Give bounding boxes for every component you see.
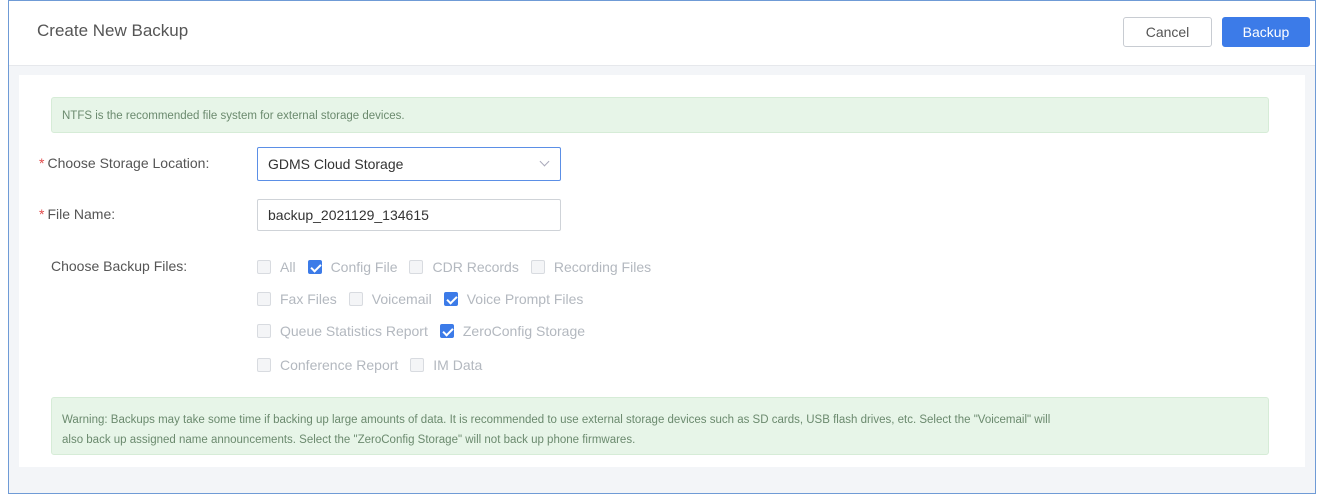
checkbox-label: Queue Statistics Report bbox=[280, 323, 428, 339]
backup-button[interactable]: Backup bbox=[1222, 17, 1310, 47]
checkbox-label: Config File bbox=[330, 259, 398, 275]
checkbox-unchecked-icon[interactable] bbox=[348, 292, 363, 306]
required-asterisk: * bbox=[39, 206, 45, 222]
backup-file-checkbox[interactable]: CDR Records bbox=[409, 259, 519, 275]
checkbox-label: Conference Report bbox=[280, 357, 399, 373]
backup-file-checkbox[interactable]: IM Data bbox=[410, 357, 482, 373]
checkbox-row: Queue Statistics Report ZeroConfig Storag… bbox=[257, 321, 597, 341]
backup-form: NTFS is the recommended file system for … bbox=[19, 75, 1305, 467]
page-title: Create New Backup bbox=[37, 21, 189, 40]
storage-location-label: * Choose Storage Location: bbox=[39, 155, 210, 171]
warning-notice: Warning: Backups may take some time if b… bbox=[51, 397, 1269, 455]
checkbox-unchecked-icon[interactable] bbox=[530, 260, 545, 274]
checkbox-label: CDR Records bbox=[432, 259, 519, 275]
storage-location-value: GDMS Cloud Storage bbox=[268, 156, 404, 172]
chevron-down-icon bbox=[539, 156, 550, 167]
backup-file-checkbox[interactable]: Conference Report bbox=[257, 357, 398, 373]
checkbox-unchecked-icon[interactable] bbox=[257, 260, 271, 274]
backup-file-checkbox[interactable]: Fax Files bbox=[257, 291, 337, 307]
checkbox-label: ZeroConfig Storage bbox=[462, 323, 586, 339]
checkbox-label: Fax Files bbox=[280, 291, 337, 307]
checkbox-label: Voicemail bbox=[371, 291, 432, 307]
warning-line-2: also back up assigned name announcements… bbox=[62, 434, 636, 446]
checkbox-row: Fax Files Voicemail Voice Prompt Files bbox=[257, 289, 595, 309]
backup-file-checkbox[interactable]: Voicemail bbox=[348, 291, 432, 307]
create-backup-dialog: Create New Backup Cancel Backup NTFS is … bbox=[8, 0, 1316, 494]
warning-line-1: Warning: Backups may take some time if b… bbox=[62, 414, 1051, 426]
checkbox-unchecked-icon[interactable] bbox=[257, 292, 271, 306]
checkbox-checked-icon[interactable] bbox=[443, 292, 458, 306]
backup-file-checkbox[interactable]: All bbox=[257, 259, 296, 275]
ntfs-notice: NTFS is the recommended file system for … bbox=[51, 97, 1269, 133]
checkbox-unchecked-icon[interactable] bbox=[410, 358, 425, 372]
checkbox-row: Conference Report IM Data bbox=[257, 355, 494, 375]
backup-file-checkbox[interactable]: Recording Files bbox=[530, 259, 652, 275]
checkbox-checked-icon[interactable] bbox=[439, 324, 454, 338]
backup-files-label: Choose Backup Files: bbox=[51, 258, 188, 274]
checkbox-unchecked-icon[interactable] bbox=[409, 260, 424, 274]
file-name-label: * File Name: bbox=[39, 206, 116, 222]
checkbox-unchecked-icon[interactable] bbox=[257, 358, 271, 372]
backup-file-checkbox[interactable]: ZeroConfig Storage bbox=[439, 323, 586, 339]
checkbox-label: IM Data bbox=[433, 357, 483, 373]
checkbox-label: Voice Prompt Files bbox=[466, 291, 584, 307]
backup-file-checkbox[interactable]: Voice Prompt Files bbox=[443, 291, 584, 307]
dialog-header: Create New Backup Cancel Backup bbox=[9, 1, 1315, 66]
required-asterisk: * bbox=[39, 155, 45, 171]
backup-file-checkbox[interactable]: Config File bbox=[307, 259, 398, 275]
checkbox-label: Recording Files bbox=[553, 259, 652, 275]
backup-file-checkbox[interactable]: Queue Statistics Report bbox=[257, 323, 428, 339]
checkbox-checked-icon[interactable] bbox=[307, 260, 322, 274]
storage-location-select[interactable]: GDMS Cloud Storage bbox=[257, 147, 561, 181]
checkbox-unchecked-icon[interactable] bbox=[257, 324, 271, 338]
cancel-button[interactable]: Cancel bbox=[1123, 17, 1212, 47]
checkbox-row: All Config File CDR Records Recording Files bbox=[257, 257, 663, 277]
file-name-input[interactable]: backup_2021129_134615 bbox=[257, 199, 561, 231]
checkbox-label: All bbox=[280, 259, 296, 275]
